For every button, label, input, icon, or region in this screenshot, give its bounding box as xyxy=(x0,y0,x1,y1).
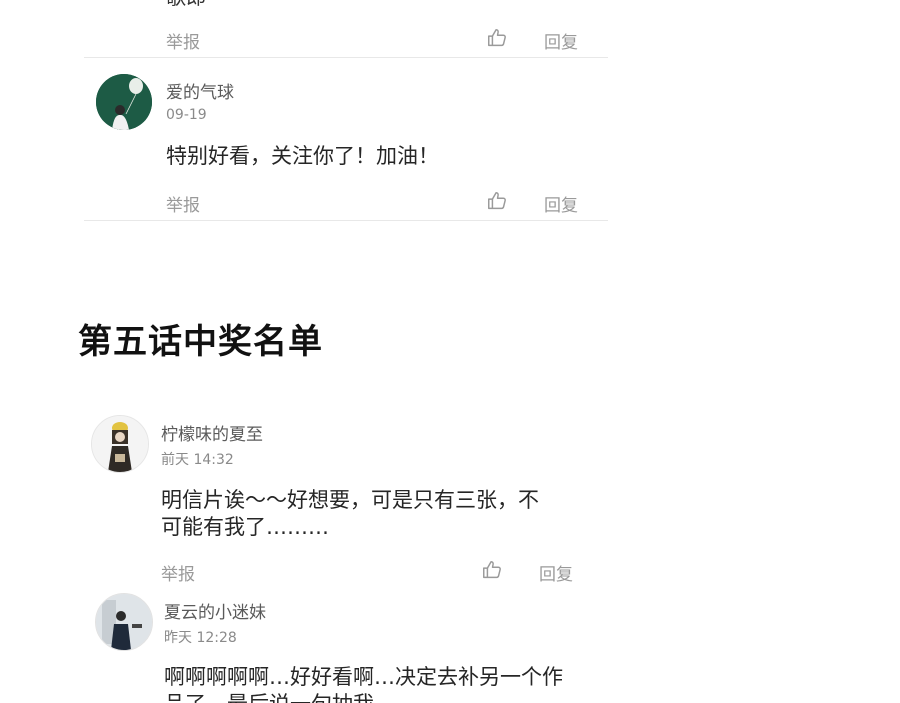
like-icon[interactable] xyxy=(486,190,508,212)
comment-content: 特别好看，关注你了！加油！ xyxy=(166,144,439,168)
comment-content-line: 啊啊啊啊啊…好好看啊…决定去补另一个作 xyxy=(164,665,563,689)
reply-button[interactable]: 回复 xyxy=(544,28,578,53)
clipped-comment-text: 歌郎 xyxy=(166,0,206,8)
reply-button[interactable]: 回复 xyxy=(539,560,573,585)
comment-content-line: 品了，最后说一句抽我 xyxy=(164,691,604,703)
comment-actions: 举报 回复 xyxy=(166,189,606,217)
avatar[interactable] xyxy=(91,415,149,473)
comment-time: 前天 14:32 xyxy=(161,452,234,468)
like-icon[interactable] xyxy=(486,27,508,49)
divider xyxy=(84,57,608,58)
comment-content-line: 明信片诶～～好想要，可是只有三张，不 xyxy=(161,488,539,512)
comment-actions: 举报 回复 xyxy=(161,558,601,586)
report-button[interactable]: 举报 xyxy=(161,560,195,585)
avatar[interactable] xyxy=(95,593,153,651)
report-button[interactable]: 举报 xyxy=(166,28,200,53)
comment-content-line: 可能有我了……… xyxy=(161,515,329,539)
comment-content: 啊啊啊啊啊…好好看啊…决定去补另一个作 品了，最后说一句抽我 xyxy=(164,664,604,703)
comment-username[interactable]: 夏云的小迷妹 xyxy=(164,598,266,623)
comment-time: 09-19 xyxy=(166,107,207,123)
divider xyxy=(84,220,608,221)
comment-content: 明信片诶～～好想要，可是只有三张，不 可能有我了……… xyxy=(161,487,601,541)
report-button[interactable]: 举报 xyxy=(166,191,200,216)
avatar[interactable] xyxy=(96,74,152,130)
section-title: 第五话中奖名单 xyxy=(78,322,323,362)
comment-time: 昨天 12:28 xyxy=(164,630,237,646)
comment-username[interactable]: 柠檬味的夏至 xyxy=(161,420,263,445)
reply-button[interactable]: 回复 xyxy=(544,191,578,216)
comment-feed: 歌郎 举报 回复 爱的气球 09-19 特别好看，关注你了！加油！ 举报 xyxy=(0,0,900,703)
like-icon[interactable] xyxy=(481,559,503,581)
comment-actions: 举报 回复 xyxy=(166,26,606,54)
comment-username[interactable]: 爱的气球 xyxy=(166,78,234,103)
